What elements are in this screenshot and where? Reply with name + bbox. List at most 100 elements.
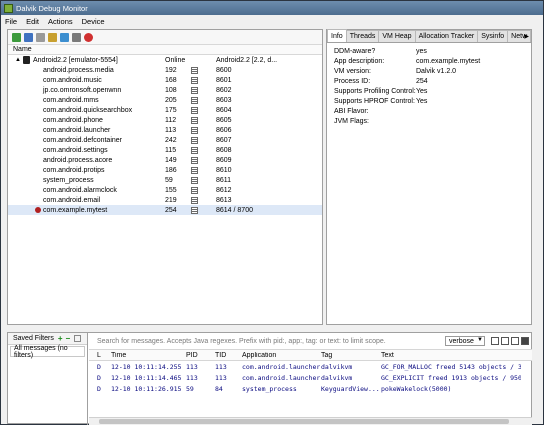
process-row[interactable]: android.process.media 192 8600 [8,65,322,75]
log-col-time: Time [111,351,127,359]
menu-bar: File Edit Actions Device [1,15,543,27]
clear-log-icon[interactable] [501,337,509,345]
process-pid: 168 [165,76,177,84]
process-port: 8607 [216,136,232,144]
log-cell: 12-10 10:11:14.255 [111,362,182,371]
device-icon [23,56,30,64]
stop-process-icon[interactable] [84,32,93,42]
log-col-tid: TID [215,351,227,359]
log-row[interactable]: D 12-10 10:11:14.465 113 113 com.android.lau… [89,372,532,383]
log-cell: GC_EXPLICIT freed 1913 objects / 95040 b… [381,373,521,382]
edit-filter-icon[interactable] [74,335,82,342]
tab-info[interactable]: Info [327,29,347,42]
info-key: Supports Profiling Control: [334,87,416,95]
thread-update-icon [191,126,198,134]
info-value: Yes [416,87,428,95]
tab-overflow-icon[interactable]: ▶ [524,33,529,40]
log-row[interactable]: D 12-10 10:11:26.915 59 84 system_process Key… [89,383,532,394]
filter-item-all[interactable]: All messages (no filters) [10,345,85,359]
tab-allocation-tracker[interactable]: Allocation Tracker [414,30,479,42]
save-log-icon[interactable] [491,337,499,345]
device-target: Android2.2 [2.2, d... [216,56,278,64]
info-key: Supports HPROF Control: [334,97,415,105]
thread-update-icon [191,136,198,144]
info-row: DDM-aware? yes [331,46,527,56]
info-value: Dalvik v1.2.0 [416,67,457,75]
menu-actions[interactable]: Actions [48,17,73,26]
device-row[interactable]: ▲ Android2.2 [emulator-5554] Online Andr… [8,55,322,65]
info-row: Supports Profiling Control: Yes [331,86,527,96]
update-heap-icon[interactable] [24,32,33,42]
tab-sysinfo[interactable]: Sysinfo [477,30,509,42]
log-search-input[interactable]: Search for messages. Accepts Java regexe… [97,338,386,345]
scroll-lock-icon[interactable] [521,337,529,345]
process-row[interactable]: com.android.music 168 8601 [8,75,322,85]
detail-tabs: Info Threads VM Heap Allocation Tracker … [327,29,532,43]
start-profiling-icon[interactable] [72,32,81,42]
process-row[interactable]: android.process.acore 149 8609 [8,155,322,165]
update-threads-icon[interactable] [60,32,69,42]
thread-update-icon [191,86,198,94]
process-name: com.android.mms [43,96,99,104]
process-name: android.process.media [43,66,114,74]
process-port: 8614 / 8700 [216,206,253,214]
info-row: App description: com.example.mytest [331,56,527,66]
device-status: Online [165,56,186,64]
log-cell: KeyguardView... [321,384,380,393]
process-port: 8603 [216,96,232,104]
app-window: Dalvik Debug Monitor File Edit Actions D… [0,0,544,425]
log-horizontal-scrollbar[interactable] [89,417,532,425]
process-row[interactable]: com.android.quicksearchbox 175 8604 [8,105,322,115]
info-row: VM version: Dalvik v1.2.0 [331,66,527,76]
process-row[interactable]: com.android.launcher 113 8606 [8,125,322,135]
process-row[interactable]: com.android.alarmclock 155 8612 [8,185,322,195]
log-cell: D [97,373,101,382]
log-cell: 59 [186,384,194,393]
process-name: com.android.alarmclock [43,186,117,194]
thread-update-icon [191,156,198,164]
info-key: VM version: [334,67,371,75]
scrollbar-thumb[interactable] [99,419,509,424]
process-row[interactable]: system_process 59 8611 [8,175,322,185]
log-col-level: L [97,351,101,359]
dump-hprof-icon[interactable] [36,32,45,42]
log-row[interactable]: D 12-10 10:11:14.255 113 113 com.android.lau… [89,361,532,372]
add-filter-icon[interactable]: + [58,334,63,343]
process-pid: 175 [165,106,177,114]
log-cell: pokeWakelock(5000) [381,384,452,393]
saved-filters-title: Saved Filters [13,335,54,342]
process-row[interactable]: com.android.email 219 8613 [8,195,322,205]
tab-vm-heap[interactable]: VM Heap [378,30,416,42]
info-value: com.example.mytest [416,57,481,65]
process-pid: 108 [165,86,177,94]
process-row[interactable]: com.android.defcontainer 242 8607 [8,135,322,145]
process-row[interactable]: com.android.protips 186 8610 [8,165,322,175]
process-pid: 254 [165,206,177,214]
cause-gc-icon[interactable] [48,32,57,42]
tab-threads[interactable]: Threads [345,30,380,42]
remove-filter-icon[interactable]: − [66,334,71,343]
menu-file[interactable]: File [5,17,17,26]
collapse-arrow-icon[interactable]: ▲ [15,57,21,63]
info-value: 254 [416,77,428,85]
process-port: 8604 [216,106,232,114]
menu-edit[interactable]: Edit [26,17,39,26]
process-row[interactable]: com.android.settings 115 8608 [8,145,322,155]
process-row[interactable]: com.example.mytest 254 8614 / 8700 [8,205,322,215]
process-pid: 219 [165,196,177,204]
process-row[interactable]: com.android.mms 205 8603 [8,95,322,105]
log-level-select[interactable]: verbose ▼ [445,336,485,346]
log-cell: dalvikvm [321,362,353,371]
device-name: Android2.2 [emulator-5554] [33,56,118,64]
menu-device[interactable]: Device [82,17,105,26]
log-col-text: Text [381,351,394,359]
info-row: JVM Flags: [331,116,527,126]
process-port: 8612 [216,186,232,194]
devices-column-header: Name [8,45,322,55]
debug-icon[interactable] [12,32,21,42]
display-toggle-icon[interactable] [511,337,519,345]
process-row[interactable]: jp.co.omronsoft.openwnn 108 8602 [8,85,322,95]
info-value: Yes [416,97,428,105]
process-port: 8611 [216,176,232,184]
process-row[interactable]: com.android.phone 112 8605 [8,115,322,125]
